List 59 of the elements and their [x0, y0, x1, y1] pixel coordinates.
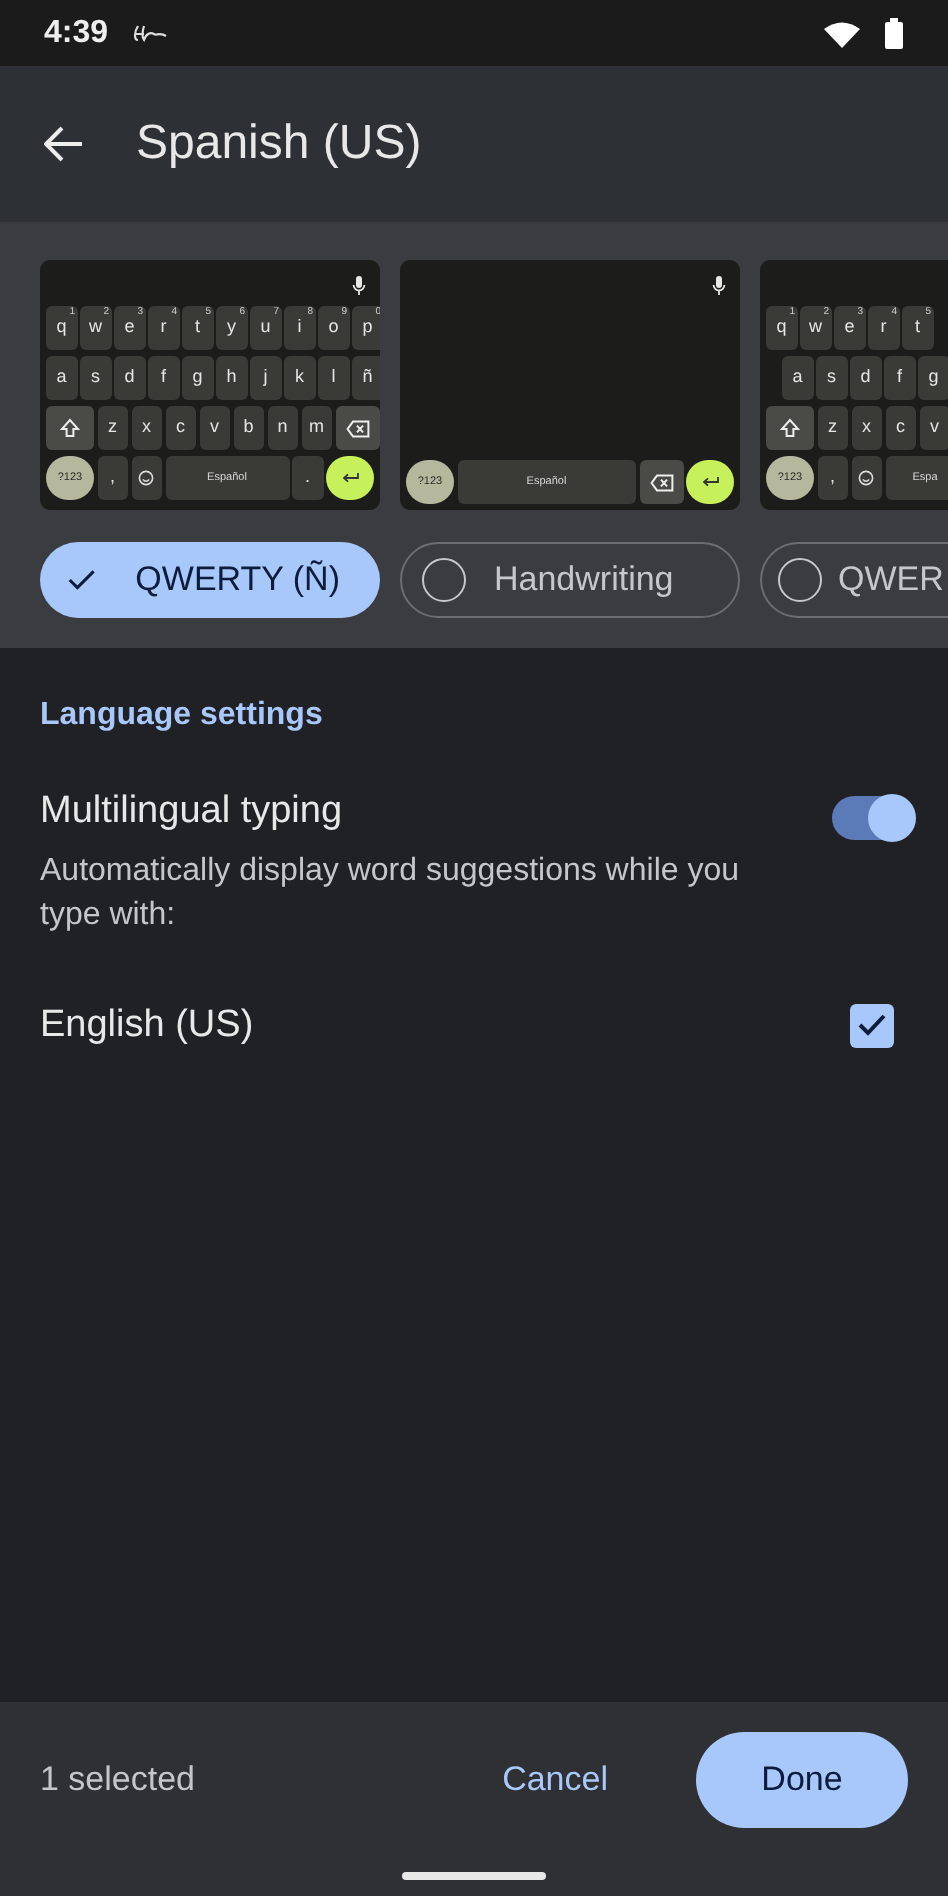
keyboard-key: v [199, 406, 230, 450]
keyboard-key: v [919, 406, 948, 450]
keyboard-key: f [884, 356, 915, 400]
keyboard-key: d [114, 356, 145, 400]
layout-chip[interactable]: QWER [760, 542, 948, 618]
keyboard-key: n [267, 406, 298, 450]
language-label: English (US) [40, 1001, 256, 1049]
checkmark-icon [68, 568, 96, 592]
backspace-icon [649, 473, 673, 491]
keyboard-key: a [46, 356, 77, 400]
keyboard-key: x [131, 406, 162, 450]
smiley-icon [138, 470, 155, 486]
keyboard-key: g [182, 356, 213, 400]
checkmark-icon [858, 1014, 886, 1037]
keyboard-key: ñ [352, 356, 380, 400]
enter-icon [341, 472, 359, 484]
enter-icon [701, 476, 719, 488]
selection-count: 1 selected [40, 1757, 197, 1802]
layout-chip[interactable]: QWERTY (Ñ) [40, 542, 380, 618]
smiley-icon [858, 470, 875, 486]
checkbox[interactable] [850, 1003, 894, 1048]
keyboard-key: z [97, 406, 128, 450]
wifi-icon [824, 19, 860, 47]
clock: 4:39 [44, 13, 109, 53]
scribble-icon [132, 23, 169, 43]
keyboard-key: z [817, 406, 848, 450]
keyboard-key: l [318, 356, 349, 400]
gesture-handle[interactable] [402, 1872, 546, 1880]
backspace-icon [345, 419, 369, 437]
setting-description: Automatically display word suggestions while you type with: [40, 851, 742, 935]
keyboard-key: a [782, 356, 813, 400]
keyboard-key: g [918, 356, 948, 400]
shift-arrow-icon [780, 418, 800, 438]
section-heading: Language settings [40, 696, 325, 736]
keyboard-key: k [284, 356, 315, 400]
setting-title: Multilingual typing [40, 788, 345, 836]
keyboard-key: s [80, 356, 111, 400]
done-button[interactable]: Done [696, 1731, 908, 1827]
keyboard-key: c [885, 406, 916, 450]
battery-icon [884, 17, 904, 49]
keyboard-key: c [165, 406, 196, 450]
back-arrow-icon[interactable] [44, 126, 84, 162]
shift-arrow-icon [60, 418, 80, 438]
layout-chip[interactable]: Handwriting [400, 542, 740, 618]
keyboard-key: , [817, 456, 848, 500]
multilingual-row[interactable]: Multilingual typing Automatically display word suggestions while you type with: [40, 784, 908, 937]
keyboard-key: m [301, 406, 332, 450]
cancel-button[interactable]: Cancel [474, 1731, 636, 1827]
keyboard-key: d [850, 356, 881, 400]
keyboard-key: s [816, 356, 847, 400]
keyboard-key: x [851, 406, 882, 450]
keyboard-key: f [148, 356, 179, 400]
keyboard-key: h [216, 356, 247, 400]
toggle-switch[interactable] [832, 796, 912, 840]
keyboard-key: . [292, 456, 323, 500]
keyboard-key: b [233, 406, 264, 450]
keyboard-key: j [250, 356, 281, 400]
page-title: Spanish (US) [136, 114, 422, 174]
keyboard-key: , [97, 456, 128, 500]
